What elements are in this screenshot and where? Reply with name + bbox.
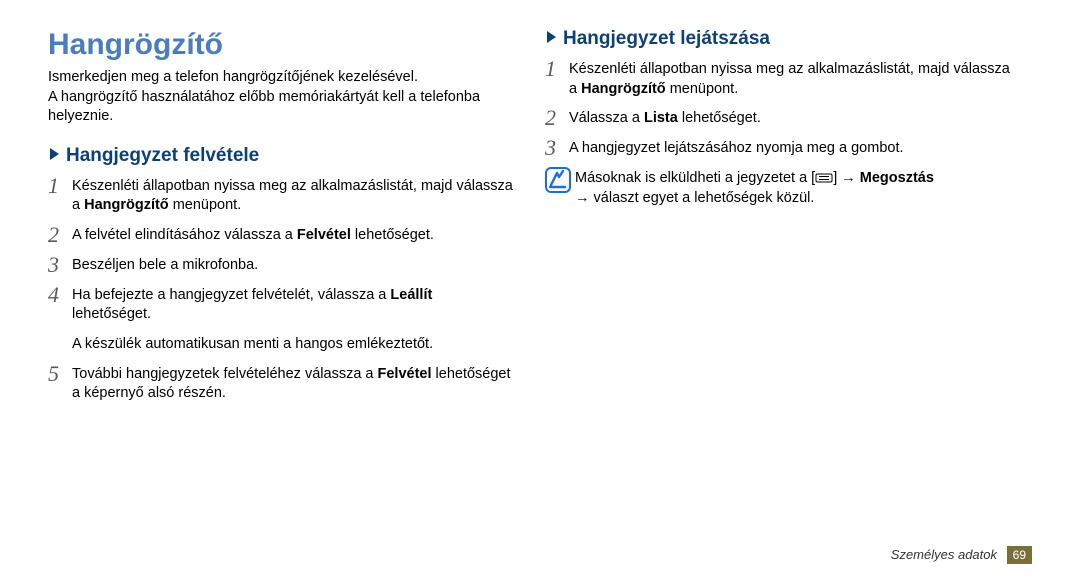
step-2: 2 A felvétel elindításához válassza a Fe… (48, 224, 515, 246)
subheading-record: Hangjegyzet felvétele (48, 145, 515, 167)
step-number: 2 (545, 107, 569, 129)
subheading-play: Hangjegyzet lejátszása (545, 28, 1012, 50)
step-text: További hangjegyzetek felvételéhez válas… (72, 363, 515, 404)
page-footer: Személyes adatok 69 (891, 546, 1032, 564)
step-number: 3 (48, 254, 72, 276)
play-step-2: 2 Válassza a Lista lehetőséget. (545, 107, 1012, 129)
note-text: Másoknak is elküldheti a jegyzetet a [] … (575, 167, 934, 208)
menu-key-icon (815, 170, 833, 186)
intro-text: Ismerkedjen meg a telefon hangrögzítőjén… (48, 68, 515, 127)
step-text: Beszéljen bele a mikrofonba. (72, 254, 258, 276)
step-number: 5 (48, 363, 72, 385)
footer-section-label: Személyes adatok (891, 547, 997, 562)
step-text: Készenléti állapotban nyissa meg az alka… (72, 175, 515, 216)
step-5: 5 További hangjegyzetek felvételéhez vál… (48, 363, 515, 404)
chevron-icon (545, 28, 559, 50)
step-number: 1 (545, 58, 569, 80)
note-icon-cell (545, 167, 575, 198)
manual-page: Hangrögzítő Ismerkedjen meg a telefon ha… (0, 0, 1080, 586)
step-text: Készenléti állapotban nyissa meg az alka… (569, 58, 1012, 99)
intro-line1: Ismerkedjen meg a telefon hangrögzítőjén… (48, 69, 418, 85)
step-number: 4 (48, 284, 72, 306)
right-column: Hangjegyzet lejátszása 1 Készenléti álla… (535, 28, 1032, 586)
footer-page-number: 69 (1007, 546, 1032, 564)
step-4: 4 Ha befejezte a hangjegyzet felvételét,… (48, 284, 515, 325)
subheading-play-text: Hangjegyzet lejátszása (563, 28, 770, 49)
step-number: 2 (48, 224, 72, 246)
step-number: 3 (545, 137, 569, 159)
page-title: Hangrögzítő (48, 28, 515, 62)
play-step-1: 1 Készenléti állapotban nyissa meg az al… (545, 58, 1012, 99)
chevron-icon (48, 145, 62, 167)
step-number: 1 (48, 175, 72, 197)
step-text: Válassza a Lista lehetőséget. (569, 107, 761, 129)
step-text: Ha befejezte a hangjegyzet felvételét, v… (72, 284, 515, 325)
info-icon (545, 180, 571, 197)
step-text: A hangjegyzet lejátszásához nyomja meg a… (569, 137, 904, 159)
intro-line2: A hangrögzítő használatához előbb memóri… (48, 89, 480, 125)
share-note: Másoknak is elküldheti a jegyzetet a [] … (545, 167, 1012, 208)
step-text: A felvétel elindításához válassza a Felv… (72, 224, 434, 246)
step-4-note: A készülék automatikusan menti a hangos … (72, 333, 515, 355)
left-column: Hangrögzítő Ismerkedjen meg a telefon ha… (48, 28, 535, 586)
step-1: 1 Készenléti állapotban nyissa meg az al… (48, 175, 515, 216)
step-3: 3 Beszéljen bele a mikrofonba. (48, 254, 515, 276)
subheading-record-text: Hangjegyzet felvétele (66, 145, 259, 166)
play-step-3: 3 A hangjegyzet lejátszásához nyomja meg… (545, 137, 1012, 159)
